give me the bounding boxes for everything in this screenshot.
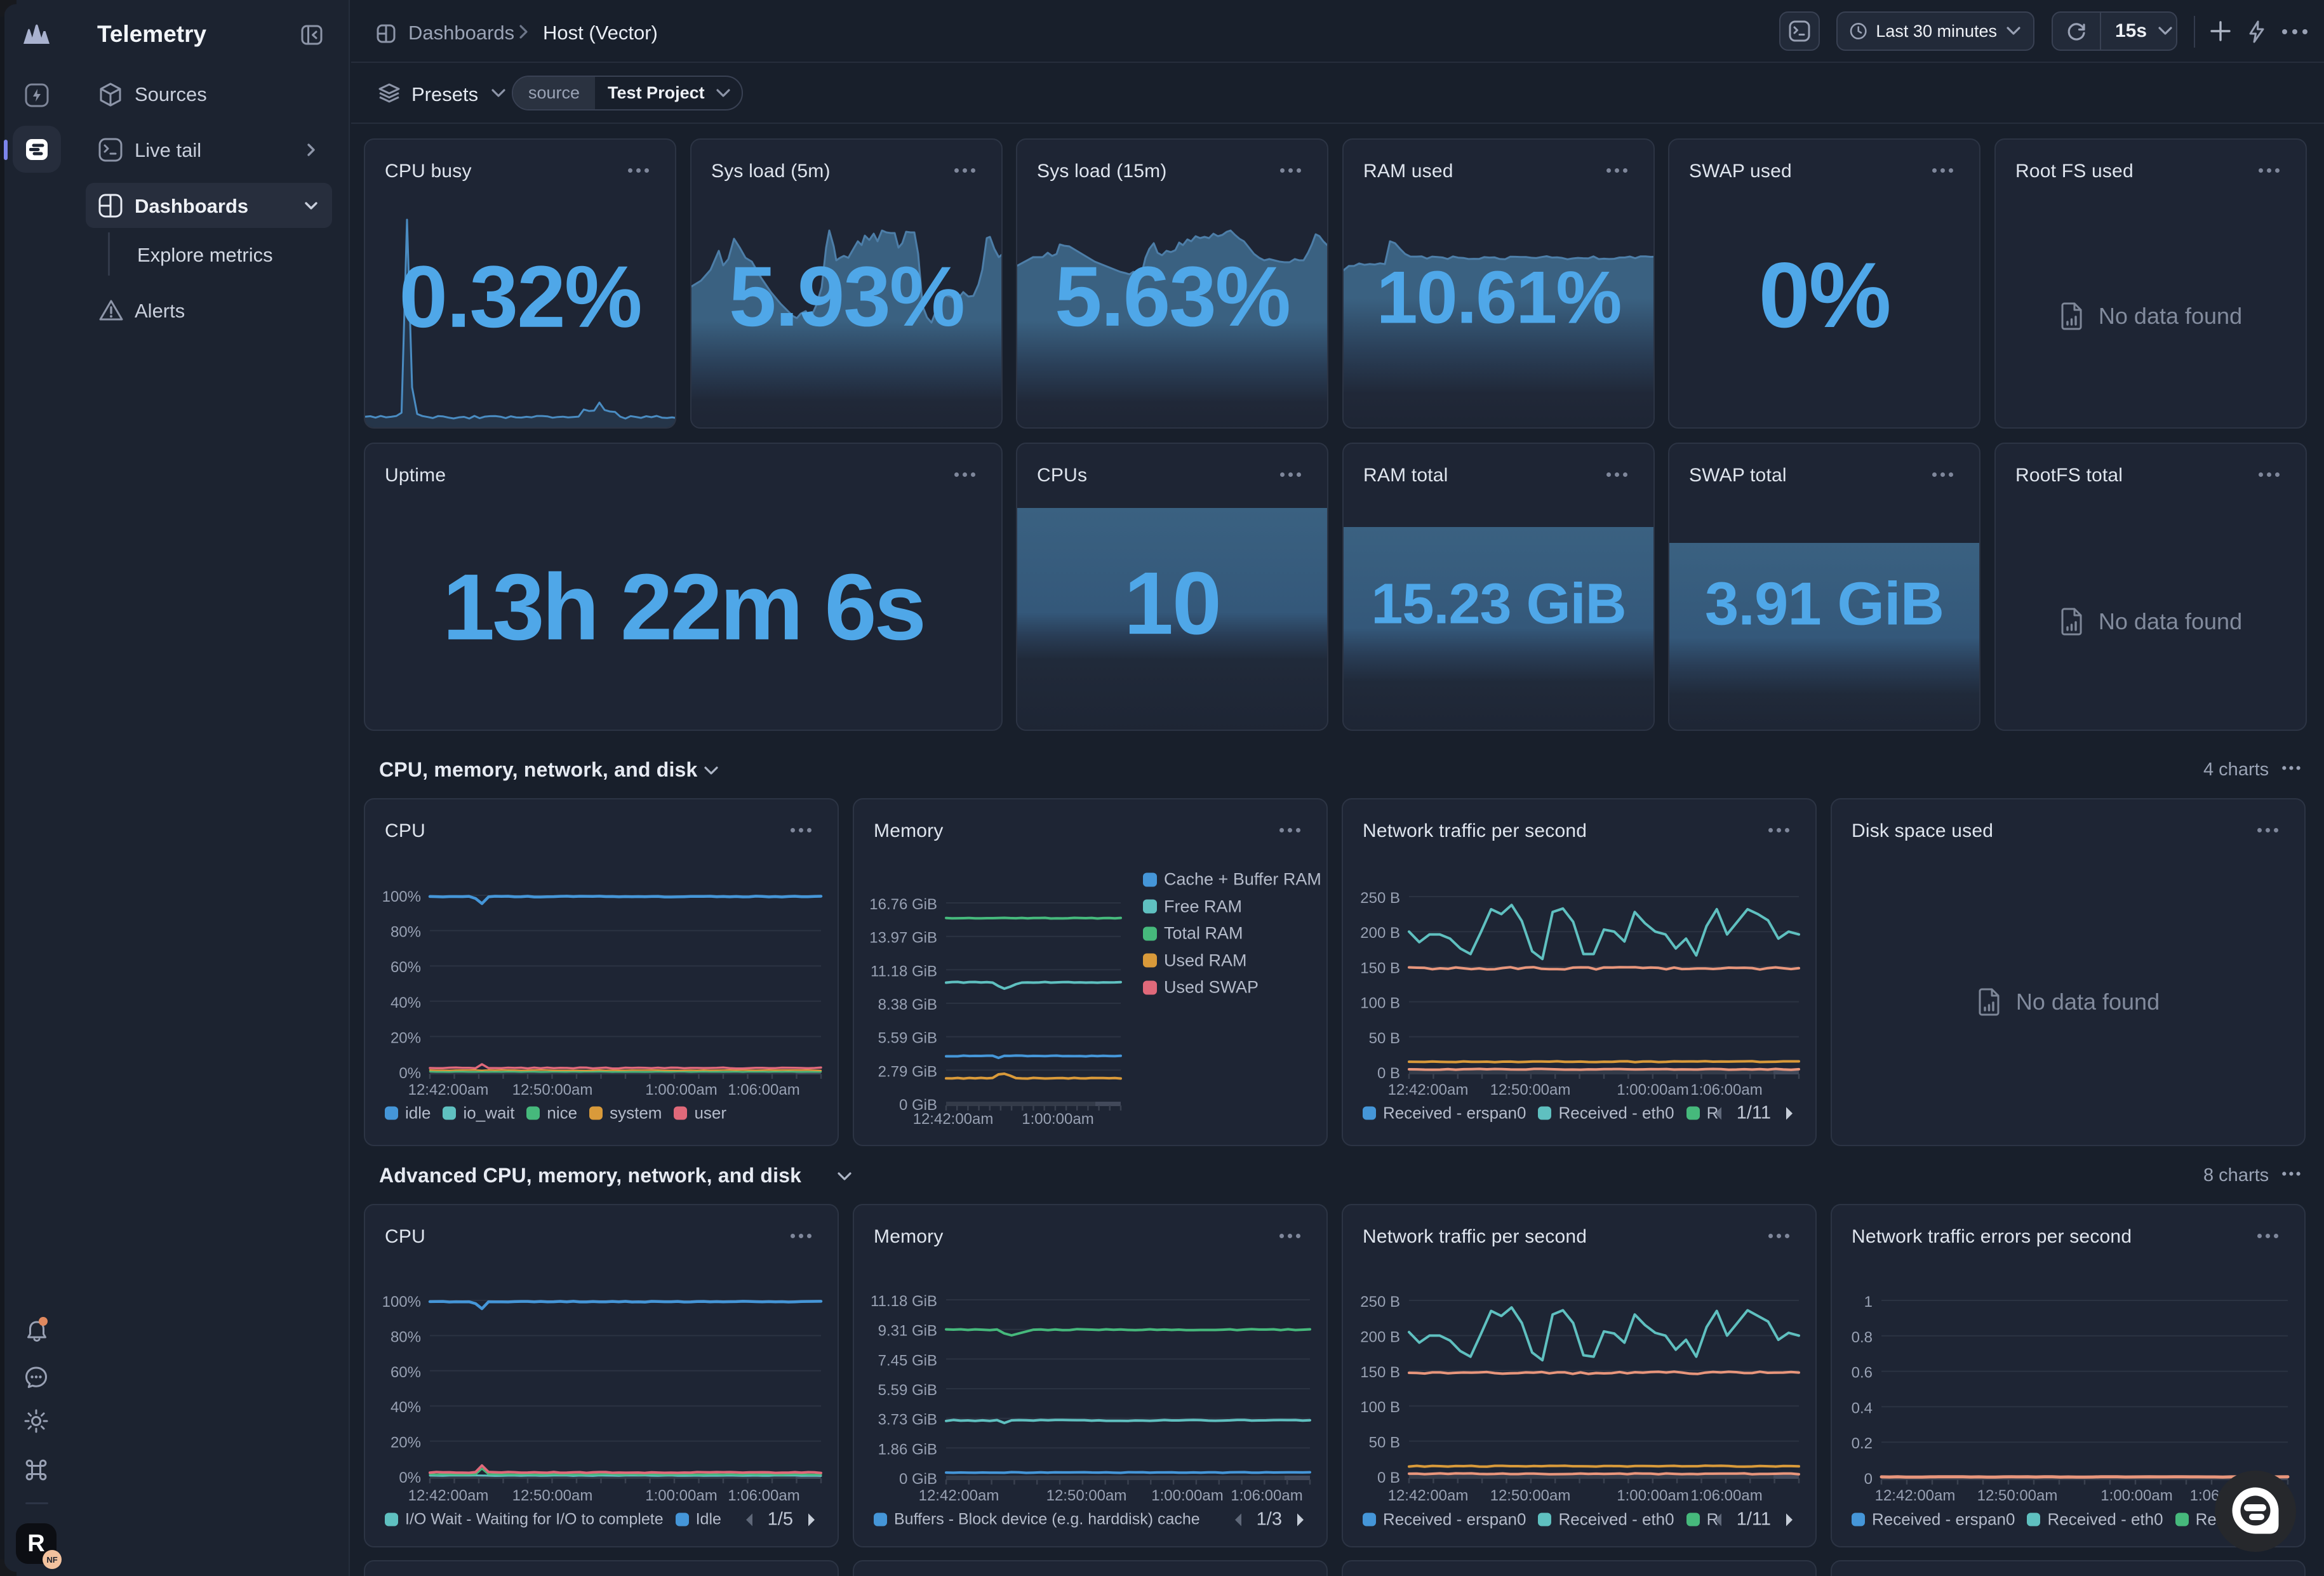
svg-text:100 B: 100 B [1360, 995, 1400, 1012]
svg-text:0.6: 0.6 [1852, 1365, 1873, 1382]
svg-text:200 B: 200 B [1360, 925, 1400, 942]
svg-text:60%: 60% [391, 959, 421, 976]
svg-text:11.18 GiB: 11.18 GiB [871, 1293, 937, 1310]
svg-text:1:00:00am: 1:00:00am [2100, 1487, 2172, 1504]
svg-text:150 B: 150 B [1360, 1364, 1400, 1381]
svg-text:12:42:00am: 12:42:00am [919, 1487, 999, 1504]
svg-text:12:42:00am: 12:42:00am [913, 1111, 994, 1128]
svg-text:40%: 40% [391, 994, 421, 1012]
svg-text:1:06:00am: 1:06:00am [1231, 1487, 1302, 1504]
svg-text:8.38 GiB: 8.38 GiB [878, 996, 937, 1013]
svg-text:80%: 80% [391, 924, 421, 941]
svg-text:12:50:00am: 12:50:00am [1490, 1081, 1571, 1099]
svg-text:60%: 60% [391, 1364, 421, 1381]
svg-text:5.59 GiB: 5.59 GiB [878, 1030, 937, 1047]
svg-text:0%: 0% [399, 1065, 421, 1082]
svg-text:12:42:00am: 12:42:00am [1875, 1487, 1956, 1504]
svg-text:200 B: 200 B [1360, 1328, 1400, 1346]
svg-text:150 B: 150 B [1360, 959, 1400, 977]
svg-text:1:00:00am: 1:00:00am [1617, 1487, 1688, 1504]
svg-text:100%: 100% [382, 1293, 421, 1311]
svg-text:7.45 GiB: 7.45 GiB [878, 1352, 937, 1369]
svg-text:12:42:00am: 12:42:00am [1388, 1487, 1469, 1504]
svg-text:20%: 20% [391, 1029, 421, 1046]
svg-text:0.8: 0.8 [1852, 1329, 1873, 1346]
svg-text:0%: 0% [399, 1469, 421, 1486]
svg-text:250 B: 250 B [1360, 890, 1400, 907]
svg-text:12:50:00am: 12:50:00am [1490, 1487, 1571, 1504]
svg-text:1:06:00am: 1:06:00am [728, 1081, 799, 1099]
svg-text:12:50:00am: 12:50:00am [512, 1487, 593, 1504]
svg-text:9.31 GiB: 9.31 GiB [878, 1323, 937, 1340]
svg-text:0 B: 0 B [1377, 1065, 1400, 1082]
svg-text:12:42:00am: 12:42:00am [408, 1487, 489, 1504]
svg-text:3.73 GiB: 3.73 GiB [878, 1412, 937, 1429]
svg-text:80%: 80% [391, 1328, 421, 1346]
svg-text:0: 0 [1864, 1471, 1873, 1488]
svg-text:1:06:00am: 1:06:00am [728, 1487, 799, 1504]
svg-text:0.4: 0.4 [1852, 1399, 1873, 1417]
svg-text:2.79 GiB: 2.79 GiB [878, 1063, 937, 1080]
svg-text:1.86 GiB: 1.86 GiB [878, 1441, 937, 1458]
svg-text:1:00:00am: 1:00:00am [645, 1487, 717, 1504]
svg-text:1: 1 [1864, 1293, 1873, 1311]
svg-text:0.2: 0.2 [1852, 1435, 1873, 1452]
svg-text:50 B: 50 B [1369, 1030, 1400, 1047]
svg-text:50 B: 50 B [1369, 1434, 1400, 1452]
svg-text:1:00:00am: 1:00:00am [1617, 1081, 1688, 1099]
svg-text:11.18 GiB: 11.18 GiB [871, 963, 937, 980]
svg-text:1:00:00am: 1:00:00am [645, 1081, 717, 1099]
svg-text:0 GiB: 0 GiB [899, 1471, 937, 1488]
svg-text:20%: 20% [391, 1434, 421, 1452]
svg-text:12:50:00am: 12:50:00am [512, 1081, 593, 1099]
svg-text:1:00:00am: 1:00:00am [1022, 1111, 1093, 1128]
svg-text:13.97 GiB: 13.97 GiB [869, 930, 937, 947]
svg-text:12:42:00am: 12:42:00am [1388, 1081, 1469, 1099]
svg-text:0 B: 0 B [1377, 1469, 1400, 1486]
svg-text:100 B: 100 B [1360, 1399, 1400, 1416]
svg-text:1:00:00am: 1:00:00am [1151, 1487, 1223, 1504]
svg-text:250 B: 250 B [1360, 1293, 1400, 1311]
svg-text:5.59 GiB: 5.59 GiB [878, 1382, 937, 1399]
svg-text:100%: 100% [382, 888, 421, 905]
svg-text:1:06:00am: 1:06:00am [1690, 1487, 1762, 1504]
svg-text:12:42:00am: 12:42:00am [408, 1081, 489, 1099]
svg-text:12:50:00am: 12:50:00am [1046, 1487, 1127, 1504]
svg-text:40%: 40% [391, 1399, 421, 1416]
svg-text:12:50:00am: 12:50:00am [1977, 1487, 2058, 1504]
svg-text:1:06:00am: 1:06:00am [1690, 1081, 1762, 1099]
svg-text:16.76 GiB: 16.76 GiB [869, 896, 937, 913]
